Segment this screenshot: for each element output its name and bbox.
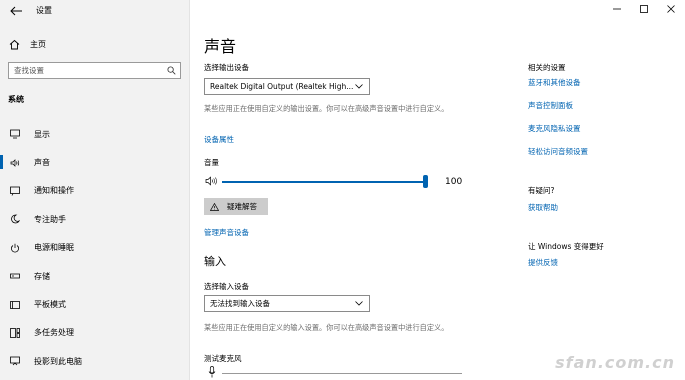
search-input[interactable] [9, 63, 159, 78]
app-title: 设置 [36, 6, 52, 15]
close-icon [667, 5, 675, 13]
help-heading: 有疑问? [528, 186, 555, 195]
watermark: sfan.com.cn [555, 353, 675, 372]
sidebar-item-label: 声音 [34, 158, 50, 168]
minimize-button[interactable] [604, 2, 630, 16]
microphone-level-meter [222, 373, 462, 374]
test-microphone-label: 测试麦克风 [204, 354, 242, 363]
page-title: 声音 [204, 37, 237, 56]
section-label-system: 系统 [8, 95, 24, 104]
related-link-ease-of-access-audio[interactable]: 轻松访问音频设置 [528, 146, 588, 157]
warning-icon [210, 202, 219, 211]
sidebar-item-focus-assist[interactable]: 专注助手 [0, 205, 190, 233]
sidebar-item-label: 专注助手 [34, 214, 66, 224]
troubleshoot-label: 疑难解答 [227, 202, 257, 211]
manage-sound-devices-link[interactable]: 管理声音设备 [204, 227, 249, 238]
input-description: 某些应用正在使用自定义的输入设置。你可以在高级声音设置中进行自定义。 [204, 323, 449, 332]
storage-icon [10, 271, 20, 281]
back-arrow-icon[interactable] [8, 5, 24, 17]
output-device-label: 选择输出设备 [204, 63, 249, 72]
sidebar-item-notifications[interactable]: 通知和操作 [0, 177, 190, 205]
close-button[interactable] [658, 2, 684, 16]
monitor-icon [10, 129, 20, 139]
volume-slider-track[interactable] [222, 181, 425, 183]
notification-icon [10, 186, 20, 196]
search-box[interactable] [8, 62, 181, 79]
sidebar-item-sound[interactable]: 声音 [0, 148, 190, 176]
sidebar-item-label: 电源和睡眠 [34, 243, 74, 253]
speaker-icon [10, 158, 20, 168]
input-device-label: 选择输入设备 [204, 282, 249, 291]
home-icon [9, 39, 20, 49]
output-device-value: Realtek Digital Output (Realtek High... [210, 82, 354, 91]
related-settings-heading: 相关的设置 [528, 63, 566, 72]
input-device-select[interactable]: 无法找到输入设备 [204, 295, 370, 312]
chevron-down-icon [355, 301, 363, 306]
sidebar-item-power-sleep[interactable]: 电源和睡眠 [0, 234, 190, 262]
sidebar-item-display[interactable]: 显示 [0, 120, 190, 148]
sidebar-item-label: 多任务处理 [34, 328, 74, 338]
sidebar-item-label: 显示 [34, 129, 50, 139]
volume-label: 音量 [204, 158, 219, 167]
output-description: 某些应用正在使用自定义的输出设置。你可以在高级声音设置中进行自定义。 [204, 104, 449, 113]
sidebar-item-label: 投影到此电脑 [34, 356, 82, 366]
sidebar-item-tablet-mode[interactable]: 平板模式 [0, 290, 190, 318]
power-icon [10, 243, 20, 253]
volume-value: 100 [445, 177, 463, 187]
get-help-link[interactable]: 获取帮助 [528, 202, 558, 213]
maximize-icon [640, 5, 648, 13]
improve-windows-heading: 让 Windows 变得更好 [528, 242, 604, 251]
tablet-icon [10, 300, 20, 310]
related-link-microphone-privacy[interactable]: 麦克风隐私设置 [528, 123, 581, 134]
maximize-button[interactable] [631, 2, 657, 16]
minimize-icon [613, 8, 621, 10]
volume-speaker-icon[interactable] [205, 176, 218, 186]
home-nav-item[interactable]: 主页 [9, 37, 46, 51]
device-properties-link[interactable]: 设备属性 [204, 134, 234, 145]
home-label: 主页 [30, 39, 46, 49]
volume-slider-thumb[interactable] [423, 175, 428, 188]
input-heading: 输入 [204, 255, 226, 268]
troubleshoot-button[interactable]: 疑难解答 [204, 198, 268, 215]
input-device-value: 无法找到输入设备 [210, 299, 270, 308]
search-icon[interactable] [167, 66, 176, 75]
give-feedback-link[interactable]: 提供反馈 [528, 257, 558, 268]
output-device-select[interactable]: Realtek Digital Output (Realtek High... [204, 78, 370, 95]
microphone-icon [208, 366, 216, 378]
moon-icon [10, 214, 20, 224]
sidebar: 设置 主页 系统 显示 声音 通知 [0, 0, 190, 380]
sidebar-item-label: 存储 [34, 271, 50, 281]
related-link-bluetooth[interactable]: 蓝牙和其他设备 [528, 77, 581, 88]
sidebar-item-multitasking[interactable]: 多任务处理 [0, 319, 190, 347]
sidebar-item-storage[interactable]: 存储 [0, 262, 190, 290]
sidebar-item-label: 通知和操作 [34, 186, 74, 196]
chevron-down-icon [355, 84, 363, 89]
sidebar-nav: 显示 声音 通知和操作 专注助手 电源和睡眠 存储 平板模式 多任务处理 投影到… [0, 120, 190, 376]
multitask-icon [10, 328, 20, 338]
related-link-sound-control-panel[interactable]: 声音控制面板 [528, 100, 573, 111]
project-icon [10, 356, 20, 366]
sidebar-item-project[interactable]: 投影到此电脑 [0, 347, 190, 375]
sidebar-item-label: 平板模式 [34, 300, 66, 310]
